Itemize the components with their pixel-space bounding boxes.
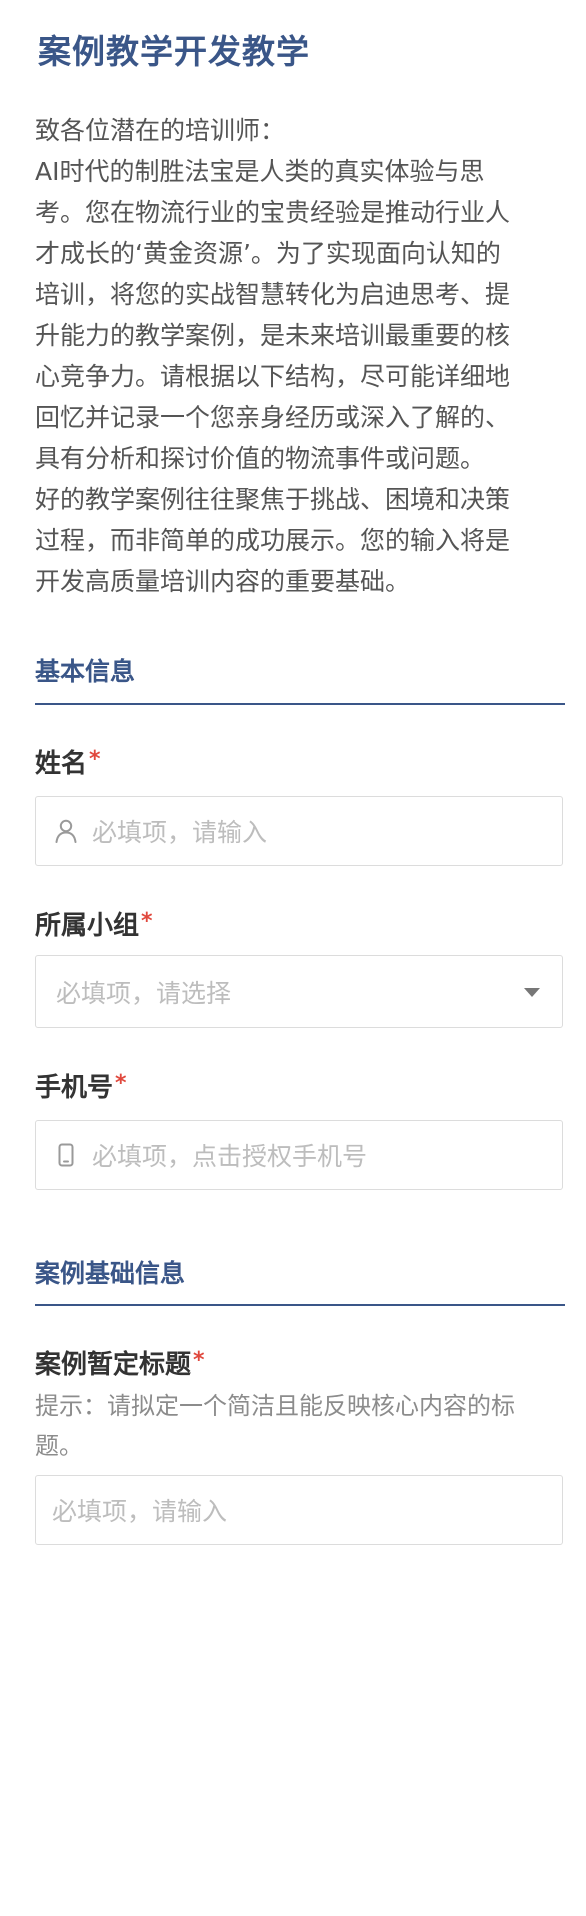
phone-placeholder: 必填项，点击授权手机号 — [92, 1142, 368, 1171]
case-title-label-text: 案例暂定标题 — [35, 1350, 192, 1380]
intro-text: 致各位潜在的培训师： AI时代的制胜法宝是人类的真实体验与思考。您在物流行业的宝… — [35, 110, 525, 602]
case-form-page: 案例教学开发教学 致各位潜在的培训师： AI时代的制胜法宝是人类的真实体验与思考… — [0, 0, 586, 1916]
phone-label-text: 手机号 — [35, 1073, 114, 1103]
name-placeholder: 必填项，请输入 — [92, 818, 268, 847]
chevron-down-icon — [524, 987, 540, 997]
required-marker: * — [141, 909, 153, 934]
name-input[interactable]: 必填项，请输入 — [35, 796, 563, 866]
required-marker: * — [89, 747, 101, 772]
intro-paragraph-2: 好的教学案例往往聚焦于挑战、困境和决策过程，而非简单的成功展示。您的输入将是开发… — [35, 485, 511, 596]
section-divider-case — [35, 1304, 565, 1306]
user-icon — [54, 819, 78, 843]
required-marker: * — [115, 1071, 127, 1096]
section-divider-basic — [35, 703, 565, 705]
intro-paragraph-1: AI时代的制胜法宝是人类的真实体验与思考。您在物流行业的宝贵经验是推动行业人才成… — [35, 157, 511, 473]
case-title-placeholder: 必填项，请输入 — [52, 1497, 228, 1526]
required-marker: * — [193, 1348, 205, 1373]
phone-field-label: 手机号* — [35, 1067, 127, 1104]
name-label-text: 姓名 — [35, 749, 88, 779]
phone-icon — [54, 1143, 78, 1167]
phone-input[interactable]: 必填项，点击授权手机号 — [35, 1120, 563, 1190]
group-label-text: 所属小组 — [35, 911, 140, 941]
group-placeholder: 必填项，请选择 — [56, 978, 232, 1008]
group-field-label: 所属小组* — [35, 905, 153, 942]
section-title-basic: 基本信息 — [35, 657, 136, 686]
case-title-hint: 提示：请拟定一个简洁且能反映核心内容的标题。 — [35, 1392, 515, 1460]
intro-greeting: 致各位潜在的培训师： — [35, 116, 286, 145]
case-title-input[interactable]: 必填项，请输入 — [35, 1475, 563, 1545]
case-title-field-label: 案例暂定标题* — [35, 1344, 205, 1381]
page-title: 案例教学开发教学 — [38, 32, 310, 71]
group-select[interactable]: 必填项，请选择 — [35, 955, 563, 1028]
section-title-case: 案例基础信息 — [35, 1259, 186, 1288]
name-field-label: 姓名* — [35, 743, 101, 780]
